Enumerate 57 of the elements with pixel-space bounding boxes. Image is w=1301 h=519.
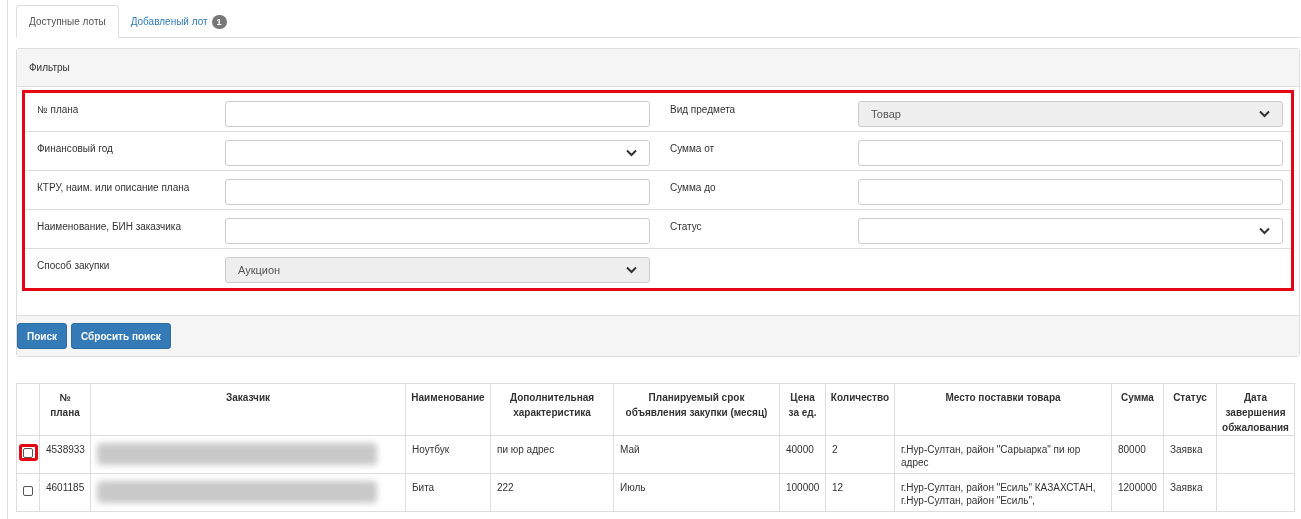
table-cell: 4538933 xyxy=(46,444,85,455)
select-field[interactable] xyxy=(858,218,1283,244)
table-cell: Заявка xyxy=(1170,482,1203,493)
field-label: Финансовый год xyxy=(36,142,114,156)
search-button[interactable]: Поиск xyxy=(17,323,67,349)
column-header: Планируемый срок объявления закупки (месяц) xyxy=(625,392,768,418)
table-cell: 100000 xyxy=(786,482,820,493)
field-label: Сумма до xyxy=(669,181,717,195)
chevron-down-icon xyxy=(1259,227,1270,235)
row-checkbox[interactable] xyxy=(23,485,33,496)
search-button[interactable]: Сбросить поиск xyxy=(71,323,171,349)
input-field[interactable] xyxy=(858,179,1283,205)
field-label: Способ закупки xyxy=(36,259,111,273)
table-cell: Ноутбук xyxy=(412,444,450,455)
chevron-down-icon xyxy=(1259,110,1270,118)
table-cell: 80000 xyxy=(1118,444,1146,455)
table-cell: 1200000 xyxy=(1118,482,1157,493)
column-header: Сумма xyxy=(1121,392,1154,403)
table-cell: Бита xyxy=(412,482,435,493)
panel-title: Фильтры xyxy=(29,61,70,75)
field-label: Статус xyxy=(669,220,703,234)
select-field[interactable] xyxy=(225,140,650,166)
field-label: Наименование, БИН заказчика xyxy=(36,220,183,234)
table-cell: 12 xyxy=(832,482,844,493)
input-field[interactable] xyxy=(225,101,650,127)
table-cell: 40000 xyxy=(786,444,814,455)
table-cell: г.Нур-Султан, район "Есиль" КАЗАХСТАН, г.Нур-Султан, район "Есиль", xyxy=(901,482,1096,506)
column-header: Место поставки товара xyxy=(945,392,1061,403)
chevron-down-icon xyxy=(626,266,637,274)
table-cell: 222 xyxy=(497,482,514,493)
column-header: Цена за ед. xyxy=(788,392,817,418)
table-cell: Май xyxy=(620,444,640,455)
tab[interactable]: Доступные лоты xyxy=(16,5,119,38)
input-field[interactable] xyxy=(225,179,650,205)
table-cell: пи юр адрес xyxy=(497,444,555,455)
column-header: Дата завершения обжалования xyxy=(1222,392,1289,433)
table-cell: Июль xyxy=(620,482,646,493)
count-badge: 1 xyxy=(211,14,227,29)
column-header: Количество xyxy=(830,392,890,403)
table-cell: г.Нур-Султан, район "Сарыарка" пи юр адрес xyxy=(901,444,1081,468)
input-field[interactable] xyxy=(858,140,1283,166)
table-cell: 4601185 xyxy=(46,482,85,493)
row-checkbox[interactable] xyxy=(23,447,33,458)
chevron-down-icon xyxy=(626,149,637,157)
table-cell: 2 xyxy=(832,444,838,455)
table-cell: Заявка xyxy=(1170,444,1203,455)
field-label: КТРУ, наим. или описание плана xyxy=(36,181,191,195)
column-header: № плана xyxy=(50,392,80,418)
column-header: Наименование xyxy=(411,392,485,403)
column-header: Дополнительная характеристика xyxy=(509,392,595,418)
field-label: Вид предмета xyxy=(669,103,737,117)
tab[interactable]: Добавленый лот 1 xyxy=(118,5,239,38)
column-header: Статус xyxy=(1173,392,1207,403)
field-label: Сумма от xyxy=(669,142,716,156)
input-field[interactable] xyxy=(225,218,650,244)
field-label: № плана xyxy=(36,103,80,117)
column-header: Заказчик xyxy=(225,392,271,403)
